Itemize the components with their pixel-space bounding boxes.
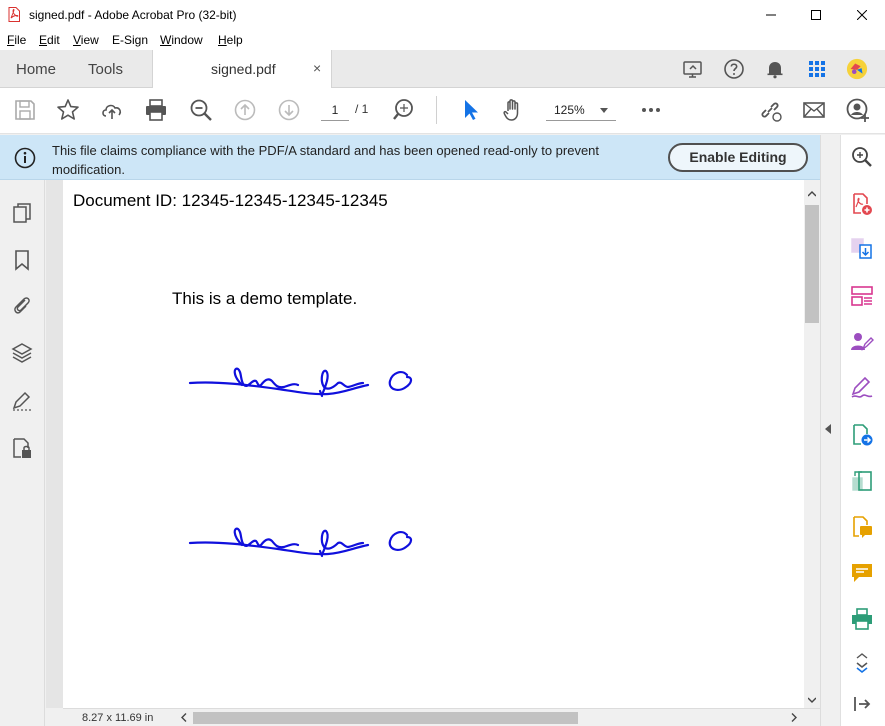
help-icon[interactable] (723, 58, 745, 80)
find-text-icon[interactable] (391, 97, 417, 123)
zoom-level-value: 125% (554, 103, 585, 117)
expand-right-pane-icon[interactable] (850, 692, 874, 716)
layers-icon[interactable] (10, 341, 34, 365)
toolbar-divider (436, 96, 437, 124)
search-tools-icon[interactable] (850, 145, 874, 169)
minimize-button[interactable] (748, 0, 794, 30)
menu-esign[interactable]: E-Sign (112, 33, 148, 47)
user-avatar[interactable] (846, 58, 868, 80)
attachments-paperclip-icon[interactable] (10, 293, 34, 317)
acrobat-pdf-icon (8, 7, 20, 22)
tab-tools[interactable]: Tools (88, 50, 123, 88)
handwritten-signature (188, 527, 413, 558)
upload-cloud-icon[interactable] (99, 97, 125, 123)
zoom-out-icon[interactable] (188, 97, 214, 123)
main-toolbar: 1 / 1 125% (0, 88, 885, 134)
comment-icon[interactable] (850, 561, 874, 585)
vertical-scrollbar[interactable] (804, 180, 820, 708)
add-user-icon[interactable] (845, 97, 871, 123)
close-button[interactable] (839, 0, 885, 30)
scroll-up-arrow-icon[interactable] (808, 191, 816, 197)
status-bar-spacer (46, 708, 63, 726)
close-icon (857, 10, 867, 20)
handwritten-signature (188, 367, 413, 398)
menu-file[interactable]: File (7, 33, 26, 47)
document-properties-lock-icon[interactable] (10, 436, 34, 460)
collapse-right-pane-icon[interactable] (825, 424, 831, 434)
menu-view[interactable]: View (73, 33, 99, 47)
minimize-icon (766, 14, 776, 16)
previous-page-icon[interactable] (232, 97, 258, 123)
tab-document-label: signed.pdf (211, 61, 276, 77)
page-total: / 1 (355, 102, 369, 116)
next-page-icon[interactable] (276, 97, 302, 123)
share-link-icon[interactable] (757, 97, 783, 123)
tab-bar: Home Tools signed.pdf × (0, 50, 885, 88)
zoom-level-select[interactable]: 125% (546, 99, 616, 121)
left-navigation-pane (0, 180, 45, 726)
share-screen-icon[interactable] (682, 58, 704, 80)
notifications-bell-icon[interactable] (764, 58, 786, 80)
title-bar: signed.pdf - Adobe Acrobat Pro (32-bit) (0, 0, 885, 30)
select-cursor-icon[interactable] (457, 97, 483, 123)
window-title: signed.pdf - Adobe Acrobat Pro (32-bit) (29, 8, 237, 22)
tab-close-icon[interactable]: × (313, 60, 321, 76)
tab-home[interactable]: Home (16, 50, 56, 88)
pdfa-notification-banner: This file claims compliance with the PDF… (0, 135, 820, 180)
chevron-down-icon (600, 108, 608, 113)
horizontal-scrollbar-thumb[interactable] (193, 712, 578, 724)
fill-and-sign-icon[interactable] (850, 376, 874, 400)
bookmark-star-icon[interactable] (55, 97, 81, 123)
enable-editing-button[interactable]: Enable Editing (668, 143, 808, 172)
demo-template-text: This is a demo template. (172, 289, 358, 308)
banner-message: This file claims compliance with the PDF… (52, 143, 600, 177)
vertical-scrollbar-thumb[interactable] (805, 205, 819, 323)
combine-files-icon[interactable] (850, 237, 874, 261)
status-bar: 8.27 x 11.69 in (63, 708, 820, 726)
more-tools-icon[interactable] (638, 97, 664, 123)
more-tools-chevrons-icon[interactable] (850, 652, 874, 676)
scroll-down-arrow-icon[interactable] (808, 697, 816, 703)
document-id-text: Document ID: 12345-12345-12345-12345 (73, 191, 388, 210)
menu-help[interactable]: Help (218, 33, 243, 47)
print-production-icon[interactable] (850, 607, 874, 631)
tab-document[interactable]: signed.pdf × (152, 50, 332, 88)
bookmarks-icon[interactable] (10, 248, 34, 272)
scroll-left-arrow-icon[interactable] (181, 713, 187, 722)
signature-pen-icon[interactable] (10, 388, 34, 412)
organize-pages-icon[interactable] (850, 284, 874, 308)
scroll-right-arrow-icon[interactable] (791, 713, 797, 722)
menu-edit[interactable]: Edit (39, 33, 60, 47)
print-icon[interactable] (143, 97, 169, 123)
email-icon[interactable] (801, 97, 827, 123)
pdf-page: Document ID: 12345-12345-12345-12345 Thi… (63, 180, 804, 708)
request-signatures-icon[interactable] (850, 330, 874, 354)
menu-window[interactable]: Window (160, 33, 203, 47)
create-pdf-icon[interactable] (850, 192, 874, 216)
export-pdf-icon[interactable] (850, 423, 874, 447)
save-icon[interactable] (12, 97, 38, 123)
hand-tool-icon[interactable] (500, 97, 526, 123)
page-thumbnails-icon[interactable] (10, 201, 34, 225)
menu-bar: File Edit View E-Sign Window Help (0, 30, 885, 50)
edit-pdf-icon[interactable] (850, 469, 874, 493)
info-icon (14, 147, 36, 169)
maximize-icon (811, 10, 821, 20)
page-size-readout: 8.27 x 11.69 in (82, 712, 154, 724)
apps-grid-icon[interactable] (806, 58, 828, 80)
comment-pdf-icon[interactable] (850, 515, 874, 539)
maximize-button[interactable] (793, 0, 839, 30)
page-number-input[interactable]: 1 (321, 99, 349, 121)
